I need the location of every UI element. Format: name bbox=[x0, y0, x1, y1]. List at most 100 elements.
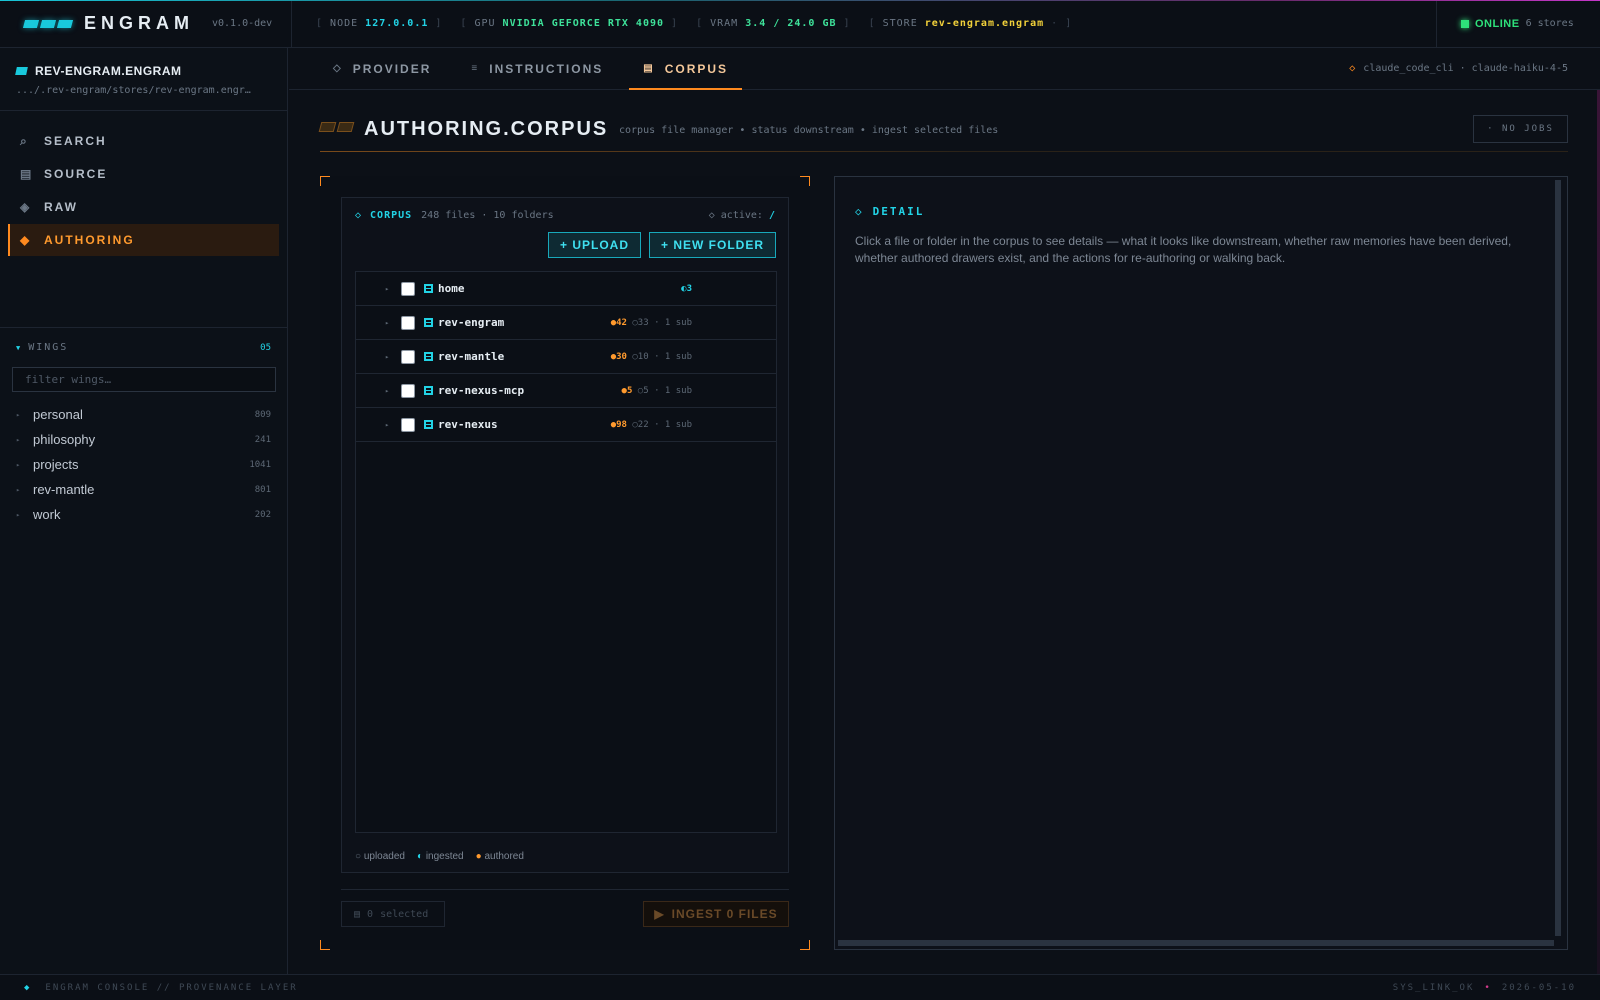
new-folder-button[interactable]: + NEW FOLDER bbox=[649, 232, 776, 258]
node-value: 127.0.0.1 bbox=[365, 18, 429, 29]
wings-header[interactable]: ▼ WINGS 05 bbox=[12, 342, 275, 353]
gpu-value: NVIDIA GEFORCE RTX 4090 bbox=[502, 18, 665, 29]
corpus-header: ◇ CORPUS 248 files · 10 folders ◇ active… bbox=[355, 210, 775, 221]
expand-arrow-icon[interactable]: ▸ bbox=[385, 285, 389, 293]
store-value: rev-engram.engram bbox=[924, 18, 1045, 29]
wing-item-rev-mantle[interactable]: ▸ rev-mantle 801 bbox=[12, 477, 275, 502]
expand-arrow-icon[interactable]: ▸ bbox=[385, 387, 389, 395]
store-path: .../.rev-engram/stores/rev-engram.engr… bbox=[16, 85, 251, 96]
sidebar-item-search[interactable]: ⌕ SEARCH bbox=[8, 125, 279, 157]
ingested-count: ◐3 bbox=[681, 283, 692, 294]
source-icon: ▤ bbox=[20, 167, 34, 181]
stat-store: [ STORE rev-engram.engram · ] bbox=[868, 18, 1073, 29]
folder-status: ◐3 bbox=[681, 284, 692, 294]
sys-link-status: SYS_LINK_OK bbox=[1392, 982, 1475, 993]
detail-placeholder-text: Click a file or folder in the corpus to … bbox=[855, 234, 1512, 265]
folder-row-rev-mantle[interactable]: ▸ rev-mantle ●30 ○10 · 1 sub bbox=[356, 340, 776, 374]
separator-dot-icon: • bbox=[1484, 982, 1492, 993]
tab-label: PROVIDER bbox=[352, 61, 432, 76]
uploaded-count: ○10 bbox=[632, 351, 649, 362]
sidebar-item-raw[interactable]: ◈ RAW bbox=[8, 191, 279, 223]
tab-label: CORPUS bbox=[664, 61, 729, 76]
folder-icon bbox=[424, 420, 433, 429]
wing-item-philosophy[interactable]: ▸ philosophy 241 bbox=[12, 427, 275, 452]
authoring-logo-icon bbox=[318, 122, 355, 132]
sidebar-item-source[interactable]: ▤ SOURCE bbox=[8, 158, 279, 190]
wing-item-projects[interactable]: ▸ projects 1041 bbox=[12, 452, 275, 477]
folder-status: ●42 ○33 · 1 sub bbox=[611, 318, 692, 328]
wings-filter-input[interactable] bbox=[12, 367, 276, 392]
jobs-status-badge[interactable]: · NO JOBS bbox=[1473, 115, 1568, 143]
folder-icon bbox=[424, 318, 433, 327]
tab-label: INSTRUCTIONS bbox=[489, 61, 604, 76]
sidebar-item-label: RAW bbox=[44, 200, 78, 214]
footer-date: 2026-05-10 bbox=[1501, 982, 1576, 993]
divider bbox=[341, 889, 789, 890]
brand: ENGRAM v0.1.0-dev bbox=[0, 0, 292, 48]
wing-list: ▸ personal 809 ▸ philosophy 241 ▸ projec… bbox=[12, 402, 275, 527]
frame-corner bbox=[320, 176, 330, 186]
folder-status: ●30 ○10 · 1 sub bbox=[611, 352, 692, 362]
wings-label: WINGS bbox=[28, 342, 69, 353]
engram-logo-icon bbox=[22, 19, 74, 28]
ingested-half-circle-icon: ◐ bbox=[416, 851, 424, 862]
corpus-tree: ▸ home ◐3 ▸ rev-engram ●42 ○33 · 1 sub ▸… bbox=[355, 271, 777, 833]
store-name: REV-ENGRAM.ENGRAM bbox=[35, 64, 182, 78]
stat-gpu: [ GPU NVIDIA GEFORCE RTX 4090 ] bbox=[460, 18, 679, 29]
folder-checkbox[interactable] bbox=[401, 316, 415, 330]
uploaded-count: ○22 bbox=[632, 419, 649, 430]
page-header: AUTHORING.CORPUS corpus file manager • s… bbox=[318, 112, 1568, 152]
horizontal-scrollbar[interactable] bbox=[838, 940, 1554, 946]
folder-row-home[interactable]: ▸ home ◐3 bbox=[356, 272, 776, 306]
diamond-icon: ◇ bbox=[355, 210, 362, 221]
raw-icon: ◈ bbox=[20, 200, 32, 214]
folder-status: ●5 ○5 · 1 sub bbox=[622, 386, 692, 396]
sidebar-item-label: AUTHORING bbox=[44, 233, 135, 247]
diamond-icon: ◆ bbox=[24, 982, 32, 993]
sidebar-item-authoring[interactable]: ◆ AUTHORING bbox=[8, 224, 279, 256]
legend-ingested: ◐ ingested bbox=[416, 851, 464, 862]
folder-row-rev-nexus-mcp[interactable]: ▸ rev-nexus-mcp ●5 ○5 · 1 sub bbox=[356, 374, 776, 408]
folder-row-rev-nexus[interactable]: ▸ rev-nexus ●98 ○22 · 1 sub bbox=[356, 408, 776, 442]
folder-name: rev-engram bbox=[438, 316, 505, 329]
authored-count: ●5 bbox=[621, 385, 633, 396]
expand-arrow-icon: ▸ bbox=[16, 410, 21, 419]
tab-corpus[interactable]: ▤ CORPUS bbox=[629, 48, 742, 90]
tab-instructions[interactable]: ≡ INSTRUCTIONS bbox=[457, 48, 617, 89]
status-footer: ◆ ENGRAM CONSOLE // PROVENANCE LAYER SYS_… bbox=[0, 974, 1600, 1000]
corpus-title: CORPUS bbox=[370, 210, 413, 221]
folder-icon bbox=[424, 386, 433, 395]
corpus-summary: 248 files · 10 folders bbox=[421, 210, 554, 221]
folder-status: ●98 ○22 · 1 sub bbox=[611, 420, 692, 430]
connection-status: ONLINE 6 stores bbox=[1436, 0, 1600, 48]
collapse-triangle-icon: ▼ bbox=[16, 344, 23, 352]
folder-row-rev-engram[interactable]: ▸ rev-engram ●42 ○33 · 1 sub bbox=[356, 306, 776, 340]
legend-authored: ● authored bbox=[475, 851, 524, 862]
top-bar: ENGRAM v0.1.0-dev [ NODE 127.0.0.1 ] [ G… bbox=[0, 0, 1600, 48]
sidebar-item-label: SOURCE bbox=[44, 167, 108, 181]
wing-name: work bbox=[33, 507, 61, 522]
detail-header: ◇ DETAIL bbox=[855, 205, 924, 218]
folder-checkbox[interactable] bbox=[401, 384, 415, 398]
tab-provider[interactable]: ◇ PROVIDER bbox=[319, 48, 445, 89]
folder-checkbox[interactable] bbox=[401, 350, 415, 364]
upload-button[interactable]: + UPLOAD bbox=[548, 232, 641, 258]
online-indicator-icon bbox=[1461, 19, 1469, 28]
expand-arrow-icon[interactable]: ▸ bbox=[385, 319, 389, 327]
folder-checkbox[interactable] bbox=[401, 282, 415, 296]
wing-item-work[interactable]: ▸ work 202 bbox=[12, 502, 275, 527]
expand-arrow-icon[interactable]: ▸ bbox=[385, 421, 389, 429]
folder-checkbox[interactable] bbox=[401, 418, 415, 432]
page-title: AUTHORING.CORPUS bbox=[364, 118, 609, 140]
store-title: REV-ENGRAM.ENGRAM bbox=[15, 64, 271, 78]
uploaded-count: ○33 bbox=[632, 317, 649, 328]
frame-corner bbox=[800, 940, 810, 950]
detail-title: DETAIL bbox=[872, 205, 925, 218]
vertical-scrollbar[interactable] bbox=[1555, 180, 1561, 936]
folder-icon bbox=[424, 284, 433, 293]
footer-right: SYS_LINK_OK • 2026-05-10 bbox=[1393, 983, 1576, 993]
expand-arrow-icon[interactable]: ▸ bbox=[385, 353, 389, 361]
wing-item-personal[interactable]: ▸ personal 809 bbox=[12, 402, 275, 427]
ingest-files-button[interactable]: ▶ INGEST 0 FILES bbox=[643, 901, 789, 927]
provider-info: ◇ claude_code_cli · claude-haiku-4-5 bbox=[1349, 48, 1600, 89]
